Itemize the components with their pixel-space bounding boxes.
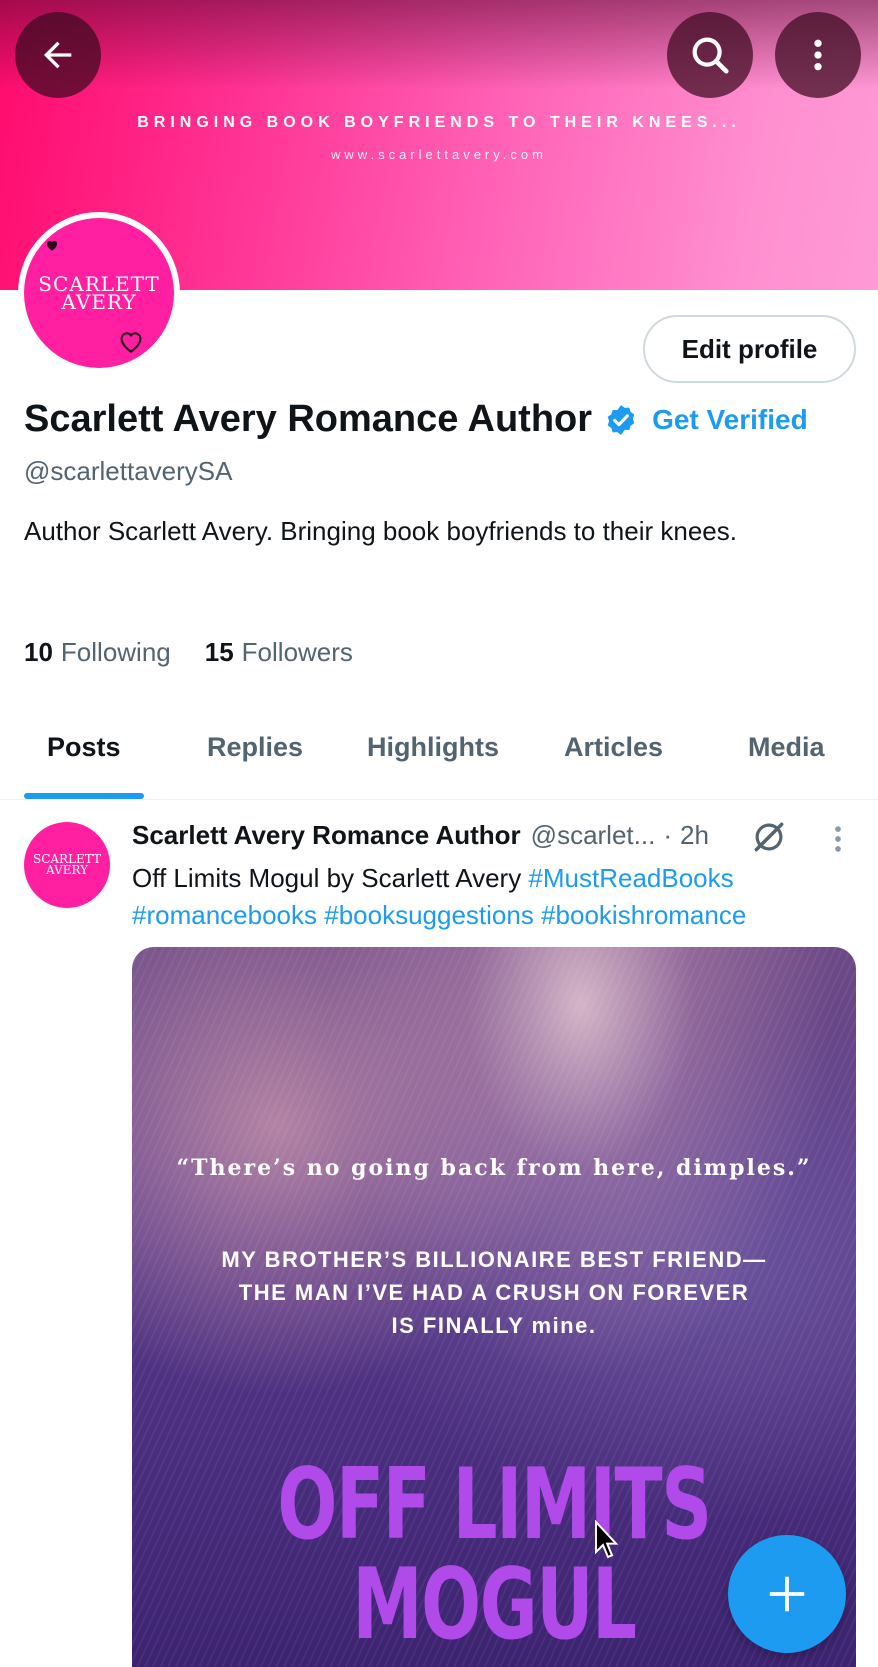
heart-decoration-icon xyxy=(46,240,58,251)
post-header: Scarlett Avery Romance Author @scarlet..… xyxy=(132,820,709,851)
plus-icon xyxy=(769,1576,805,1612)
followers-label: Followers xyxy=(241,637,353,667)
verified-badge-icon[interactable] xyxy=(604,403,638,437)
hashtag-link[interactable]: #bookishromance xyxy=(541,900,746,930)
search-button[interactable] xyxy=(667,12,753,98)
banner-url: www.scarlettavery.com xyxy=(331,147,547,162)
hashtag-link[interactable]: #romancebooks xyxy=(132,900,317,930)
tab-replies[interactable]: Replies xyxy=(207,732,303,763)
heart-decoration-icon xyxy=(120,332,142,353)
hashtag-link[interactable]: #booksuggestions xyxy=(324,900,534,930)
more-options-button[interactable] xyxy=(775,12,861,98)
search-icon xyxy=(692,37,729,74)
post-author-avatar[interactable]: SCARLETT AVERY xyxy=(24,822,110,908)
following-count: 10 xyxy=(24,637,53,667)
post-author-handle[interactable]: @scarlet... xyxy=(531,820,656,851)
display-name-row: Scarlett Avery Romance Author Get Verifi… xyxy=(24,398,808,441)
back-button[interactable] xyxy=(15,12,101,98)
arrow-left-icon xyxy=(44,41,72,69)
profile-bio: Author Scarlett Avery. Bringing book boy… xyxy=(24,516,737,546)
get-verified-link[interactable]: Get Verified xyxy=(652,404,808,436)
post-timestamp[interactable]: 2h xyxy=(680,820,709,851)
edit-profile-button[interactable]: Edit profile xyxy=(643,315,856,383)
post-body: Off Limits Mogul by Scarlett Avery xyxy=(132,863,522,893)
profile-tabs: Posts Replies Highlights Articles Media xyxy=(0,718,878,800)
post-avatar-line2: AVERY xyxy=(45,863,89,877)
media-book-title-line1: OFF LIMITS xyxy=(277,1448,712,1562)
hashtag-link[interactable]: #MustReadBooks xyxy=(528,863,733,893)
tab-media[interactable]: Media xyxy=(748,732,825,763)
grok-icon[interactable] xyxy=(750,818,788,856)
banner-tagline: BRINGING BOOK BOYFRIENDS TO THEIR KNEES.… xyxy=(137,114,741,131)
media-tagline-line2: THE MAN I’VE HAD A CRUSH ON FOREVER xyxy=(238,1280,750,1305)
mouse-cursor-icon xyxy=(595,1520,618,1559)
media-tagline-line3: IS FINALLY mine. xyxy=(391,1313,597,1338)
post-author-name[interactable]: Scarlett Avery Romance Author xyxy=(132,820,521,851)
tab-highlights[interactable]: Highlights xyxy=(367,732,499,763)
profile-avatar[interactable]: SCARLETT AVERY xyxy=(18,212,180,374)
followers-count: 15 xyxy=(204,637,234,667)
display-name: Scarlett Avery Romance Author xyxy=(24,398,593,440)
more-vertical-icon xyxy=(814,39,822,71)
post-more-icon[interactable] xyxy=(826,822,850,856)
compose-post-button[interactable] xyxy=(728,1535,846,1653)
following-link[interactable]: 10 Following xyxy=(24,637,171,668)
tab-articles[interactable]: Articles xyxy=(564,732,663,763)
active-tab-indicator xyxy=(24,793,144,799)
avatar-image: SCARLETT AVERY xyxy=(24,218,174,368)
media-tagline-line1: MY BROTHER’S BILLIONAIRE BEST FRIEND— xyxy=(221,1247,767,1272)
avatar-logo-line2: AVERY xyxy=(61,290,137,314)
follow-stats: 10 Following 15 Followers xyxy=(24,637,387,668)
profile-handle: @scarlettaverySA xyxy=(24,456,233,486)
post-separator: · xyxy=(663,820,672,850)
following-label: Following xyxy=(60,637,171,667)
post-text: Off Limits Mogul by Scarlett Avery #Must… xyxy=(132,860,862,934)
followers-link[interactable]: 15 Followers xyxy=(205,637,353,668)
media-quote: “There’s no going back from here, dimple… xyxy=(176,1155,812,1181)
media-book-title-line2: MOGUL xyxy=(352,1548,637,1662)
tab-posts[interactable]: Posts xyxy=(47,732,121,763)
